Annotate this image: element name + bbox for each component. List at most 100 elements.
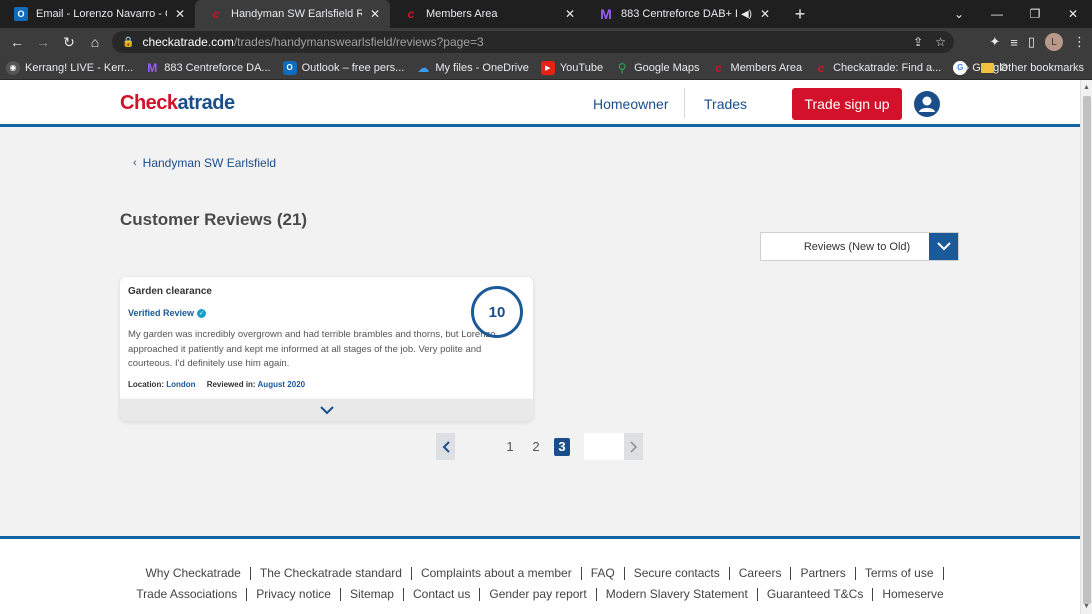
close-icon[interactable]: ✕ <box>758 7 772 21</box>
bookmark-onedrive[interactable]: ☁ My files - OneDrive <box>416 61 529 75</box>
extensions-icon[interactable]: ✦ <box>989 34 1000 50</box>
checkatrade-logo[interactable]: Checkatrade <box>120 92 235 115</box>
pagination-spacer <box>584 433 624 460</box>
new-tab-button[interactable]: + <box>786 0 814 28</box>
tab-handyman-reviews[interactable]: c Handyman SW Earlsfield Reviews ✕ <box>195 0 390 28</box>
window-close-icon[interactable]: ✕ <box>1054 0 1092 28</box>
nav-divider <box>684 88 685 118</box>
chevron-down-icon[interactable] <box>929 233 958 260</box>
footer-link[interactable]: Why Checkatrade <box>136 567 251 580</box>
close-icon[interactable]: ✕ <box>563 7 577 21</box>
footer-link[interactable]: Trade Associations <box>127 588 248 601</box>
bookmark-outlook[interactable]: O Outlook – free pers... <box>282 60 404 75</box>
kerrang-icon: ◉ <box>6 60 20 75</box>
address-bar[interactable]: 🔒 checkatrade.com/trades/handymanswearls… <box>112 31 954 53</box>
site-header: Checkatrade Homeowner Trades Trade sign … <box>0 80 1080 127</box>
page-2-link[interactable]: 2 <box>528 438 544 456</box>
bookmark-star-icon[interactable]: ☆ <box>935 35 946 49</box>
user-account-icon[interactable] <box>913 90 941 118</box>
bookmarks-bar: ◉ Kerrang! LIVE - Kerr... M 883 Centreforc… <box>0 56 1092 80</box>
footer-link[interactable]: Homeserve <box>873 588 952 601</box>
footer-link[interactable]: Sitemap <box>341 588 404 601</box>
footer-link[interactable]: Gender pay report <box>480 588 597 601</box>
checkatrade-icon: c <box>407 7 415 21</box>
bookmark-centreforce[interactable]: M 883 Centreforce DA... <box>145 61 270 75</box>
page-1-link[interactable]: 1 <box>502 438 518 456</box>
checkatrade-icon: c <box>715 60 722 75</box>
pagination: 1 2 3 <box>436 433 643 460</box>
bookmark-checkatrade[interactable]: c Checkatrade: Find a... <box>814 60 942 75</box>
next-page-button[interactable] <box>624 433 643 460</box>
review-body: My garden was incredibly overgrown and h… <box>128 329 496 369</box>
footer-link[interactable]: Contact us <box>404 588 481 601</box>
footer-link[interactable]: Modern Slavery Statement <box>597 588 758 601</box>
footer-link[interactable]: Terms of use <box>856 567 944 580</box>
back-arrow-icon[interactable]: ← <box>4 28 30 56</box>
footer-link[interactable]: Privacy notice <box>247 588 341 601</box>
menu-kebab-icon[interactable]: ⋮ <box>1073 34 1086 50</box>
site-footer: Why Checkatrade The Checkatrade standard… <box>0 536 1080 614</box>
previous-page-button[interactable] <box>436 433 455 460</box>
tab-search-icon[interactable]: ⌄ <box>940 0 978 28</box>
nav-trades[interactable]: Trades <box>704 96 747 112</box>
bookmarks-overflow-button[interactable]: » <box>963 56 969 80</box>
profile-avatar[interactable]: L <box>1045 33 1063 51</box>
page-title: Customer Reviews (21) <box>120 210 308 229</box>
url-path: /trades/handymanswearlsfield/reviews?pag… <box>233 35 484 49</box>
footer-link[interactable]: Secure contacts <box>625 567 730 580</box>
side-panel-icon[interactable]: ▯ <box>1028 34 1035 50</box>
bookmark-google-maps[interactable]: ⚲ Google Maps <box>615 60 700 75</box>
chevron-right-icon <box>629 440 637 453</box>
bookmark-kerrang[interactable]: ◉ Kerrang! LIVE - Kerr... <box>6 60 133 75</box>
footer-links-row-2: Trade Associations Privacy notice Sitema… <box>0 588 1080 601</box>
chevron-left-icon: ‹ <box>133 157 137 169</box>
scrollbar-thumb[interactable] <box>1083 96 1091 604</box>
tab-label: Handyman SW Earlsfield Reviews <box>231 8 362 20</box>
url-host: checkatrade.com <box>142 35 234 49</box>
restore-icon[interactable]: ❐ <box>1016 0 1054 28</box>
share-icon[interactable]: ⇪ <box>913 35 923 49</box>
review-location: London <box>166 380 196 389</box>
review-card: Garden clearance Verified Review ✓ My ga… <box>120 277 533 399</box>
checkatrade-icon: c <box>817 60 825 75</box>
bookmark-members-area[interactable]: c Members Area <box>712 60 802 75</box>
scroll-down-icon[interactable]: ▼ <box>1083 603 1090 610</box>
page-scrollbar[interactable]: ▲ ▼ <box>1080 80 1092 614</box>
centreforce-icon: M <box>147 60 158 75</box>
tab-centreforce[interactable]: M 883 Centreforce DAB+ Radio ◀) ✕ <box>585 0 780 28</box>
footer-link[interactable]: The Checkatrade standard <box>251 567 412 580</box>
minimize-icon[interactable]: — <box>978 0 1016 28</box>
browser-tab-strip: O Email - Lorenzo Navarro - Outlook ✕ c … <box>0 0 1092 28</box>
centreforce-icon: M <box>600 6 612 22</box>
speaker-icon[interactable]: ◀) <box>741 9 752 20</box>
media-control-icon[interactable]: ≡ <box>1010 35 1018 50</box>
chevron-left-icon <box>442 440 450 453</box>
footer-link[interactable]: Guaranteed T&Cs <box>758 588 874 601</box>
outlook-icon: O <box>282 60 297 75</box>
google-maps-icon: ⚲ <box>617 60 627 75</box>
footer-link[interactable]: Careers <box>730 567 792 580</box>
back-to-trade-link[interactable]: ‹ Handyman SW Earlsfield <box>133 156 276 170</box>
footer-link[interactable]: Complaints about a member <box>412 567 582 580</box>
close-icon[interactable]: ✕ <box>368 7 382 21</box>
nav-homeowner[interactable]: Homeowner <box>593 96 668 112</box>
other-bookmarks[interactable]: Other bookmarks <box>980 56 1084 80</box>
sort-dropdown[interactable]: Reviews (New to Old) <box>760 232 959 261</box>
close-icon[interactable]: ✕ <box>173 7 187 21</box>
tab-outlook[interactable]: O Email - Lorenzo Navarro - Outlook ✕ <box>0 0 195 28</box>
browser-toolbar: ← → ↻ ⌂ 🔒 checkatrade.com/trades/handyma… <box>0 28 1092 56</box>
bookmark-youtube[interactable]: ▶ YouTube <box>540 60 603 75</box>
footer-link[interactable]: Partners <box>791 567 856 580</box>
trade-sign-up-button[interactable]: Trade sign up <box>792 88 902 120</box>
reload-icon[interactable]: ↻ <box>56 28 82 56</box>
tab-members-area[interactable]: c Members Area ✕ <box>390 0 585 28</box>
scroll-up-icon[interactable]: ▲ <box>1083 84 1090 91</box>
lock-icon[interactable]: 🔒 <box>122 37 134 48</box>
outlook-icon: O <box>14 7 28 21</box>
footer-link[interactable]: FAQ <box>582 567 625 580</box>
forward-arrow-icon[interactable]: → <box>30 28 56 56</box>
expand-review-button[interactable] <box>120 399 533 421</box>
folder-icon <box>980 63 994 73</box>
home-icon[interactable]: ⌂ <box>82 28 108 56</box>
page-3-current[interactable]: 3 <box>554 437 570 456</box>
